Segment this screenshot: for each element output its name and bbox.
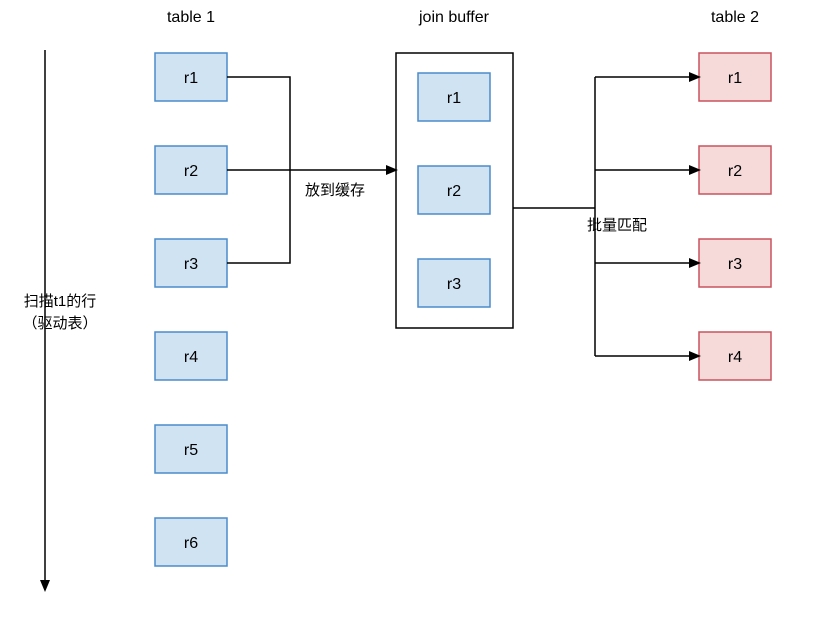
diagram-canvas: table 1 join buffer table 2 扫描t1的行 （驱动表）… <box>0 0 824 637</box>
header-table2: table 2 <box>711 9 759 26</box>
header-table1: table 1 <box>167 9 215 26</box>
buffer-row-label: r3 <box>447 276 461 293</box>
buffer-row-label: r1 <box>447 90 461 107</box>
scan-label-line1: 扫描t1的行 <box>24 293 97 310</box>
table1-row-label: r3 <box>184 256 198 273</box>
buffer-row-label: r2 <box>447 183 461 200</box>
table2-row-label: r4 <box>728 349 742 366</box>
table2-row-label: r3 <box>728 256 742 273</box>
table2-row-label: r2 <box>728 163 742 180</box>
connector-to-buffer: 放到缓存 <box>227 77 396 263</box>
table1-row-label: r2 <box>184 163 198 180</box>
table1-row-label: r4 <box>184 349 198 366</box>
scan-label-line2: （驱动表） <box>22 315 97 332</box>
table1-row-label: r1 <box>184 70 198 87</box>
table1-row-label: r5 <box>184 442 198 459</box>
edge-label-to-table2: 批量匹配 <box>587 217 647 234</box>
table2-rows: r1 r2 r3 r4 <box>699 53 771 380</box>
table2-row-label: r1 <box>728 70 742 87</box>
edge-label-to-buffer: 放到缓存 <box>305 182 365 199</box>
buffer-rows: r1 r2 r3 <box>418 73 490 307</box>
header-join-buffer: join buffer <box>418 9 490 26</box>
table1-row-label: r6 <box>184 535 198 552</box>
table1-rows: r1 r2 r3 r4 r5 r6 <box>155 53 227 566</box>
connector-to-table2: 批量匹配 <box>513 77 699 356</box>
